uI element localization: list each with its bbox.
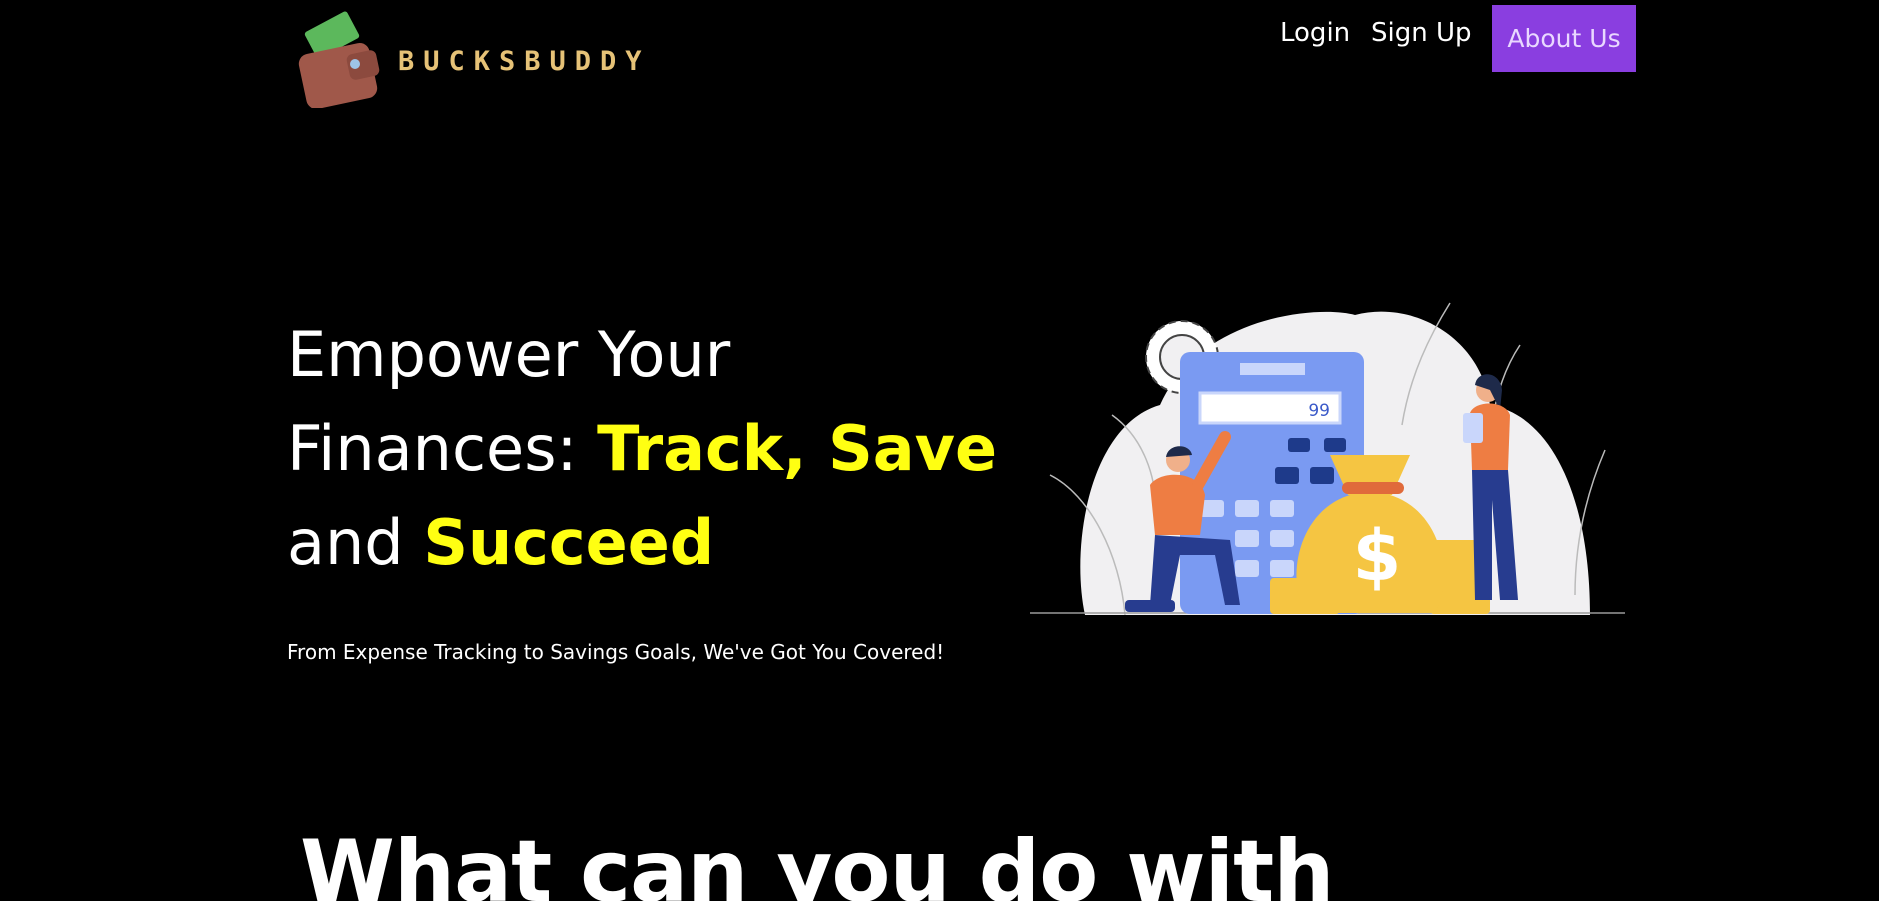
hero-title-line1: Empower Your: [287, 318, 731, 391]
brand-name: BUCKSBUDDY: [398, 46, 651, 77]
svg-text:$: $: [1353, 515, 1402, 597]
hero-title: Empower Your Finances: Track, Save and S…: [287, 308, 1007, 590]
hero-title-line3: and: [287, 506, 424, 579]
hero-title-line2: Finances:: [287, 412, 598, 485]
brand-logo[interactable]: BUCKSBUDDY: [298, 8, 658, 108]
landing-page: BUCKSBUDDY Login Sign Up About Us Empowe…: [0, 0, 1879, 901]
hero-highlight-succeed: Succeed: [423, 506, 715, 579]
login-link[interactable]: Login: [1280, 18, 1350, 48]
wallet-icon: [298, 11, 380, 108]
hero-highlight-track-save: Track, Save: [597, 412, 998, 485]
calculator-display: 99: [1308, 401, 1330, 421]
about-us-button[interactable]: About Us: [1492, 5, 1636, 72]
finance-illustration: 99 $: [1030, 302, 1625, 615]
features-section-heading: What can you do with: [300, 822, 1334, 901]
signup-link[interactable]: Sign Up: [1371, 18, 1472, 48]
hero-subtitle: From Expense Tracking to Savings Goals, …: [287, 640, 945, 664]
